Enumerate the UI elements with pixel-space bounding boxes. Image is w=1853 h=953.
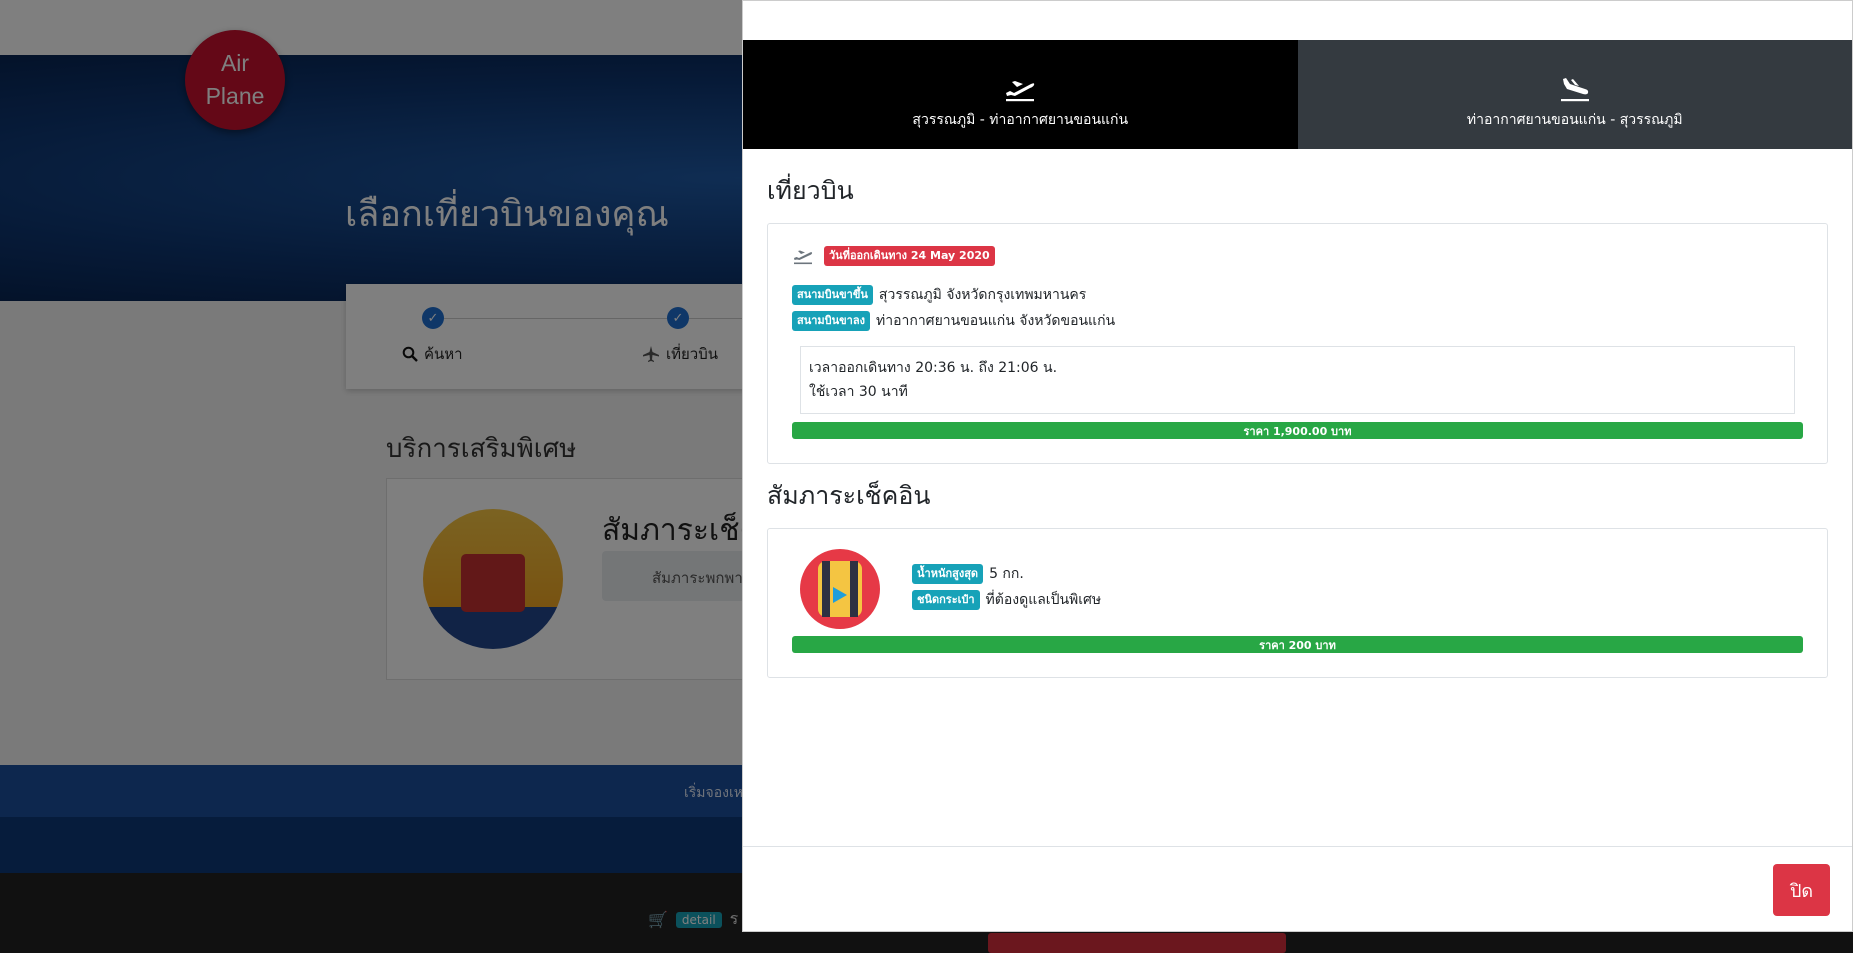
flight-duration-line: ใช้เวลา 30 นาที [809,384,908,400]
flight-detail-modal: สุวรรณภูมิ - ท่าอากาศยานขอนแก่น ท่าอากาศ… [742,0,1853,932]
destination-row: สนามบินขาลง ท่าอากาศยานขอนแก่น จังหวัดขอ… [792,310,1803,332]
modal-footer: ปิด [743,846,1852,932]
flight-card: วันที่ออกเดินทาง 24 May 2020 สนามบินขาขึ… [767,223,1828,464]
tab-outbound-label: สุวรรณภูมิ - ท่าอากาศยานขอนแก่น [912,111,1129,128]
flight-time-box: เวลาออกเดินทาง 20:36 น. ถึง 21:06 น. ใช้… [800,346,1795,414]
origin-row: สนามบินขาขึ้น สุวรรณภูมิ จังหวัดกรุงเทพม… [792,284,1803,306]
landing-icon [1560,77,1589,101]
origin-value: สุวรรณภูมิ จังหวัดกรุงเทพมหานคร [878,287,1087,303]
modal-body: เที่ยวบิน วันที่ออกเดินทาง 24 May 2020 ส… [743,149,1852,678]
close-button[interactable]: ปิด [1773,864,1830,916]
baggage-icon [800,549,880,629]
baggage-type-row: ชนิดกระเป๋า ที่ต้องดูแลเป็นพิเศษ [912,589,1101,611]
takeoff-icon [1006,80,1035,101]
baggage-row: น้ำหนักสูงสุด 5 กก. ชนิดกระเป๋า ที่ต้องด… [800,549,1803,629]
origin-badge: สนามบินขาขึ้น [792,285,873,305]
flight-price-bar: ราคา 1,900.00 บาท [792,422,1803,439]
tab-return[interactable]: ท่าอากาศยานขอนแก่น - สุวรรณภูมิ [1297,40,1852,149]
baggage-weight-row: น้ำหนักสูงสุด 5 กก. [912,563,1101,585]
flight-section-title: เที่ยวบิน [767,176,854,205]
weight-value: 5 กก. [989,566,1024,582]
destination-badge: สนามบินขาลง [792,311,870,331]
route-tabs: สุวรรณภูมิ - ท่าอากาศยานขอนแก่น ท่าอากาศ… [743,40,1852,149]
bag-type-badge: ชนิดกระเป๋า [912,590,980,610]
flight-time-line: เวลาออกเดินทาง 20:36 น. ถึง 21:06 น. [809,360,1058,376]
flight-card-header: วันที่ออกเดินทาง 24 May 2020 [792,246,1803,266]
baggage-price-bar: ราคา 200 บาท [792,636,1803,653]
takeoff-small-icon [794,250,813,265]
tab-return-label: ท่าอากาศยานขอนแก่น - สุวรรณภูมิ [1466,111,1683,128]
tab-outbound[interactable]: สุวรรณภูมิ - ท่าอากาศยานขอนแก่น [743,40,1298,149]
departure-date-badge: วันที่ออกเดินทาง 24 May 2020 [824,246,995,266]
baggage-card: น้ำหนักสูงสุด 5 กก. ชนิดกระเป๋า ที่ต้องด… [767,528,1828,678]
baggage-section-title: สัมภาระเช็คอิน [767,481,931,510]
weight-badge: น้ำหนักสูงสุด [912,564,984,584]
destination-value: ท่าอากาศยานขอนแก่น จังหวัดขอนแก่น [875,313,1116,329]
baggage-info: น้ำหนักสูงสุด 5 กก. ชนิดกระเป๋า ที่ต้องด… [912,563,1101,615]
modal-top-spacer [743,1,1852,40]
bag-type-value: ที่ต้องดูแลเป็นพิเศษ [985,592,1102,608]
